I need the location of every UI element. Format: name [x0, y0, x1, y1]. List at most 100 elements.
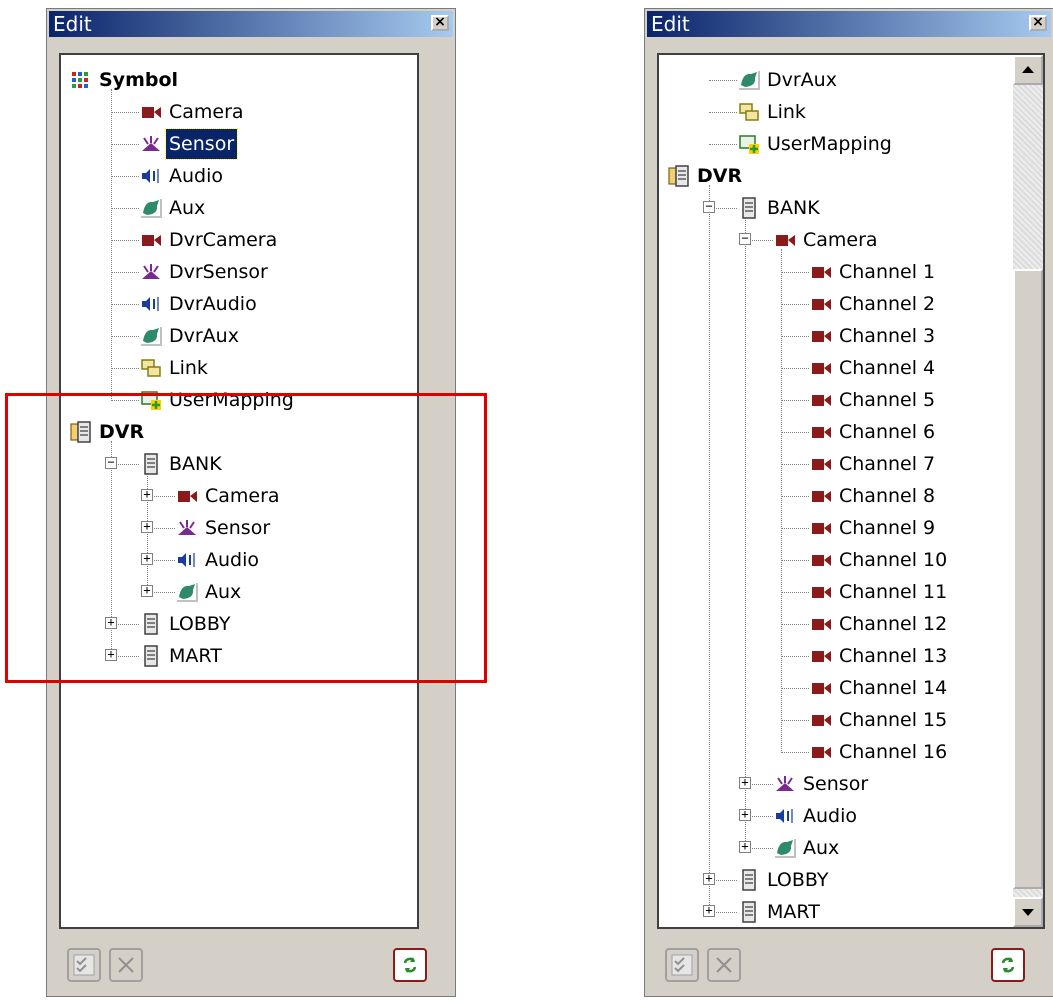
window-title: Edit — [651, 12, 690, 36]
tree-item-label: Channel 10 — [839, 549, 948, 571]
tree-item[interactable]: DvrAudio — [61, 289, 401, 319]
tree-connector — [111, 208, 139, 209]
tree-item[interactable]: Channel 16 — [659, 737, 999, 767]
scroll-down-button[interactable] — [1013, 897, 1043, 927]
tree-connector — [111, 336, 139, 337]
tree-connector — [111, 176, 139, 177]
tree-item[interactable]: Channel 6 — [659, 417, 999, 447]
tree-item-label: Aux — [803, 837, 840, 859]
delete-x-icon — [118, 957, 134, 973]
delete-button[interactable] — [707, 948, 741, 982]
tree-item-label: DvrAux — [767, 69, 837, 91]
tree-item-label: Sensor — [164, 128, 239, 160]
checklist-icon — [73, 954, 95, 976]
tree-item[interactable]: Channel 11 — [659, 577, 999, 607]
tree-item[interactable]: − Camera — [659, 225, 999, 255]
tree-item[interactable]: DvrAux — [659, 65, 999, 95]
expand-icon[interactable]: + — [739, 776, 751, 789]
delete-button[interactable] — [109, 948, 143, 982]
tree-item[interactable]: Channel 3 — [659, 321, 999, 351]
collapse-icon[interactable]: − — [739, 232, 751, 245]
tree-connector — [781, 592, 809, 593]
vertical-scrollbar[interactable] — [1013, 55, 1043, 927]
tree-item[interactable]: − BANK — [659, 193, 999, 223]
tree-item[interactable]: + Sensor — [659, 769, 999, 799]
delete-x-icon — [716, 957, 732, 973]
apply-button[interactable] — [67, 948, 101, 982]
tree-item-label: Link — [767, 101, 806, 123]
tree-item[interactable]: Channel 15 — [659, 705, 999, 735]
tree-item-label: Channel 3 — [839, 325, 936, 347]
tree-connector — [781, 656, 809, 657]
tree-connector — [781, 560, 809, 561]
tree-item[interactable]: DvrCamera — [61, 225, 401, 255]
tree-item[interactable]: Sensor — [61, 128, 401, 160]
tree-item[interactable]: Channel 1 — [659, 257, 999, 287]
tree-item[interactable]: Symbol — [61, 65, 401, 95]
tree-item-label: UserMapping — [767, 133, 892, 155]
tree-item[interactable]: Channel 9 — [659, 513, 999, 543]
tree-item-label: Audio — [169, 165, 224, 187]
tree-item-label: MART — [767, 901, 820, 923]
edit-panel-right: Edit × DvrAux Link UserMapping DVR − BANK − Cam… — [644, 8, 1053, 997]
tree-item-label: Channel 16 — [839, 741, 948, 763]
tree-item[interactable]: + LOBBY — [659, 865, 999, 895]
tree-item-label: Channel 7 — [839, 453, 936, 475]
tree-connector — [781, 624, 809, 625]
tree-item[interactable]: Channel 14 — [659, 673, 999, 703]
refresh-icon — [1001, 957, 1015, 973]
tree-connector — [781, 368, 809, 369]
tree-item[interactable]: Link — [659, 97, 999, 127]
tree-item[interactable]: Channel 8 — [659, 481, 999, 511]
tree-item[interactable]: Link — [61, 353, 401, 383]
checklist-icon — [671, 954, 693, 976]
scroll-up-button[interactable] — [1013, 55, 1043, 85]
tree-item-label: BANK — [767, 197, 820, 219]
tree-item[interactable]: Audio — [61, 161, 401, 191]
tree-item-label: Channel 13 — [839, 645, 948, 667]
tree-item-label: Channel 11 — [839, 581, 948, 603]
tree-connector — [781, 272, 809, 273]
refresh-icon — [403, 957, 417, 973]
title-bar: Edit × — [49, 11, 453, 37]
tree-connector — [111, 112, 139, 113]
window-title: Edit — [53, 12, 92, 36]
refresh-button[interactable] — [393, 948, 427, 982]
close-button[interactable]: × — [431, 15, 449, 31]
tree-item-label: DvrAux — [169, 325, 239, 347]
tree-item[interactable]: Channel 7 — [659, 449, 999, 479]
tree-item[interactable]: Camera — [61, 97, 401, 127]
close-icon: × — [1032, 14, 1044, 30]
tree-connector — [111, 304, 139, 305]
tree-connector — [781, 432, 809, 433]
tree-item[interactable]: Channel 5 — [659, 385, 999, 415]
scroll-thumb[interactable] — [1013, 269, 1043, 889]
tree-item[interactable]: DvrSensor — [61, 257, 401, 287]
tree-item[interactable]: Channel 10 — [659, 545, 999, 575]
tree-item[interactable]: + Audio — [659, 801, 999, 831]
tree-connector — [111, 368, 139, 369]
tree-item[interactable]: + Aux — [659, 833, 999, 863]
expand-icon[interactable]: + — [703, 904, 715, 917]
arrow-up-icon — [1022, 66, 1034, 73]
tree-item-label: Symbol — [99, 69, 179, 91]
tree-item-label: DvrAudio — [169, 293, 257, 315]
tree-item[interactable]: UserMapping — [659, 129, 999, 159]
tree-item[interactable]: Channel 4 — [659, 353, 999, 383]
apply-button[interactable] — [665, 948, 699, 982]
expand-icon[interactable]: + — [739, 840, 751, 853]
tree-item-label: Channel 2 — [839, 293, 936, 315]
tree-view[interactable]: DvrAux Link UserMapping DVR − BANK − Camera Chan… — [657, 53, 1045, 929]
tree-item[interactable]: DvrAux — [61, 321, 401, 351]
tree-item[interactable]: Channel 13 — [659, 641, 999, 671]
tree-item[interactable]: Channel 2 — [659, 289, 999, 319]
refresh-button[interactable] — [991, 948, 1025, 982]
tree-item[interactable]: DVR — [659, 161, 999, 191]
tree-item[interactable]: Aux — [61, 193, 401, 223]
close-button[interactable]: × — [1029, 15, 1047, 31]
tree-item[interactable]: + MART — [659, 897, 999, 927]
tree-item[interactable]: Channel 12 — [659, 609, 999, 639]
expand-icon[interactable]: + — [703, 872, 715, 885]
expand-icon[interactable]: + — [739, 808, 751, 821]
collapse-icon[interactable]: − — [703, 200, 715, 213]
